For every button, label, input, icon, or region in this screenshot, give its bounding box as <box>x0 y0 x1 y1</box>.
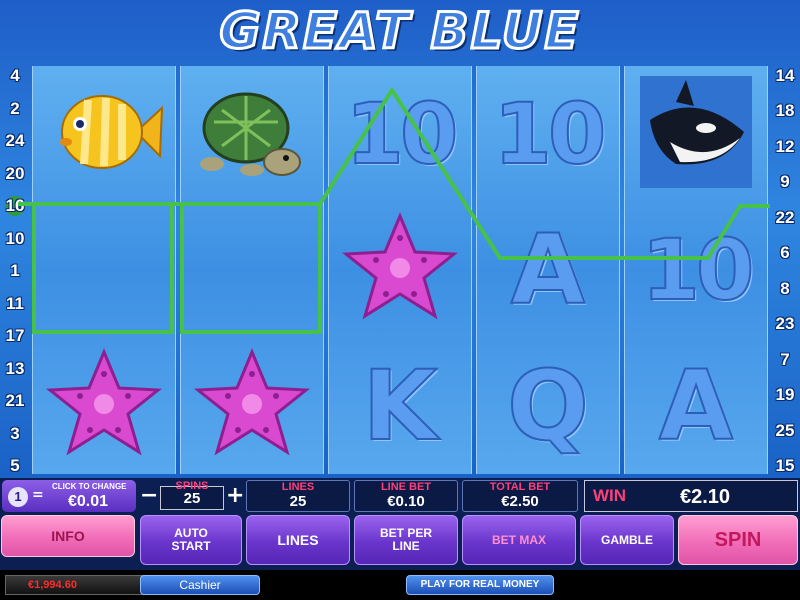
symbol-k: K <box>362 350 438 462</box>
spins-value: 25 <box>183 490 201 507</box>
left-line-number[interactable]: 10 <box>2 229 28 249</box>
spins-increase-button[interactable]: + <box>226 483 244 509</box>
right-line-number[interactable]: 25 <box>772 421 798 441</box>
spins-stepper: − 25 SPINS + <box>140 480 244 512</box>
right-line-numbers: 14 18 12 9 22 6 8 23 7 19 25 15 <box>772 66 798 476</box>
total-bet-field: TOTAL BET €2.50 <box>462 480 578 512</box>
turtle-symbol <box>192 72 312 196</box>
bet-per-line-button[interactable]: BET PER LINE <box>354 515 458 565</box>
play-real-money-button[interactable]: PLAY FOR REAL MONEY <box>406 575 554 595</box>
symbol-q: Q <box>506 350 590 462</box>
right-line-number[interactable]: 14 <box>772 66 798 86</box>
coin-value: €0.01 <box>68 493 109 510</box>
info-button[interactable]: INFO <box>1 515 135 557</box>
spins-label: SPINS <box>175 480 209 492</box>
right-line-number[interactable]: 15 <box>772 456 798 476</box>
reel-1 <box>32 66 176 474</box>
lines-value: 25 <box>289 493 307 510</box>
left-line-number[interactable]: 13 <box>2 359 28 379</box>
reel-2-cell-2 <box>181 202 323 338</box>
left-line-number[interactable]: 20 <box>2 164 28 184</box>
right-line-number[interactable]: 6 <box>772 243 798 263</box>
win-display: WIN €2.10 <box>584 480 798 512</box>
left-line-number[interactable]: 1 <box>2 261 28 281</box>
line-bet-field: LINE BET €0.10 <box>354 480 458 512</box>
win-value: €2.10 <box>680 486 731 508</box>
symbol-a: A <box>510 214 586 326</box>
reel-2 <box>180 66 324 474</box>
right-line-number[interactable]: 12 <box>772 137 798 157</box>
symbol-10: 10 <box>345 85 460 183</box>
right-line-number[interactable]: 9 <box>772 172 798 192</box>
reel-4-cell-3: Q <box>477 338 619 474</box>
left-line-number[interactable]: 4 <box>2 66 28 86</box>
symbol-10: 10 <box>493 85 608 183</box>
balance-display: €1,994.60 <box>5 575 145 595</box>
left-line-number[interactable]: 17 <box>2 326 28 346</box>
starfish-symbol <box>192 344 312 468</box>
auto-start-button[interactable]: AUTO START <box>140 515 242 565</box>
total-bet-label: TOTAL BET <box>489 481 551 493</box>
right-line-number[interactable]: 23 <box>772 314 798 334</box>
left-line-number[interactable]: 21 <box>2 391 28 411</box>
reel-4-cell-1: 10 <box>477 66 619 202</box>
left-line-number[interactable]: 11 <box>2 294 28 314</box>
left-line-numbers: 4 2 24 20 16 10 1 11 17 13 21 3 5 <box>2 66 28 476</box>
gamble-button[interactable]: GAMBLE <box>580 515 674 565</box>
reel-3: 10 K <box>328 66 472 474</box>
left-line-number[interactable]: 5 <box>2 456 28 476</box>
starfish-symbol <box>340 208 460 332</box>
total-bet-value: €2.50 <box>501 493 539 510</box>
symbol-10: 10 <box>641 221 756 319</box>
auto-start-label: AUTO START <box>171 526 211 553</box>
reel-1-cell-1 <box>33 66 175 202</box>
game-stage: GREAT BLUE 4 2 24 20 16 10 1 11 17 13 21 3 5 14 18 12 9… <box>0 0 800 478</box>
left-line-number[interactable]: 2 <box>2 99 28 119</box>
reel-5-cell-3: A <box>625 338 767 474</box>
reel-5-cell-1 <box>625 66 767 202</box>
coin-value-selector[interactable]: 1 = CLICK TO CHANGE €0.01 <box>2 480 136 512</box>
starfish-symbol <box>44 344 164 468</box>
reel-5-cell-2: 10 <box>625 202 767 338</box>
reel-2-cell-1 <box>181 66 323 202</box>
reel-3-cell-1: 10 <box>329 66 471 202</box>
cashier-button[interactable]: Cashier <box>140 575 260 595</box>
line-bet-label: LINE BET <box>380 481 432 493</box>
reel-3-cell-2 <box>329 202 471 338</box>
left-line-number[interactable]: 24 <box>2 131 28 151</box>
lines-button[interactable]: LINES <box>246 515 350 565</box>
win-label: WIN <box>593 486 627 505</box>
right-line-number[interactable]: 19 <box>772 385 798 405</box>
yellow-fish-symbol <box>44 72 164 196</box>
reel-2-cell-3 <box>181 338 323 474</box>
right-line-number[interactable]: 8 <box>772 279 798 299</box>
symbol-a: A <box>658 350 734 462</box>
reel-4: 10 A Q <box>476 66 620 474</box>
coin-caption: CLICK TO CHANGE <box>52 482 127 491</box>
right-line-number[interactable]: 7 <box>772 350 798 370</box>
lines-field: LINES 25 <box>246 480 350 512</box>
left-line-number[interactable]: 16 <box>5 196 25 216</box>
lines-label: LINES <box>281 481 315 493</box>
orca-symbol <box>636 72 756 196</box>
coin-badge: 1 <box>8 487 28 507</box>
game-logo: GREAT BLUE <box>218 1 581 62</box>
right-line-number[interactable]: 22 <box>772 208 798 228</box>
line-bet-value: €0.10 <box>387 493 425 510</box>
spins-decrease-button[interactable]: − <box>140 483 158 509</box>
reel-4-cell-2: A <box>477 202 619 338</box>
reel-1-cell-3 <box>33 338 175 474</box>
spin-button[interactable]: SPIN <box>678 515 798 565</box>
reel-5: 10 A <box>624 66 768 474</box>
right-line-number[interactable]: 18 <box>772 101 798 121</box>
bet-max-button[interactable]: BET MAX <box>462 515 576 565</box>
bet-per-line-label: BET PER LINE <box>379 526 432 553</box>
left-line-number[interactable]: 3 <box>2 424 28 444</box>
reel-1-cell-2 <box>33 202 175 338</box>
reel-3-cell-3: K <box>329 338 471 474</box>
coin-equals: = <box>32 487 44 503</box>
